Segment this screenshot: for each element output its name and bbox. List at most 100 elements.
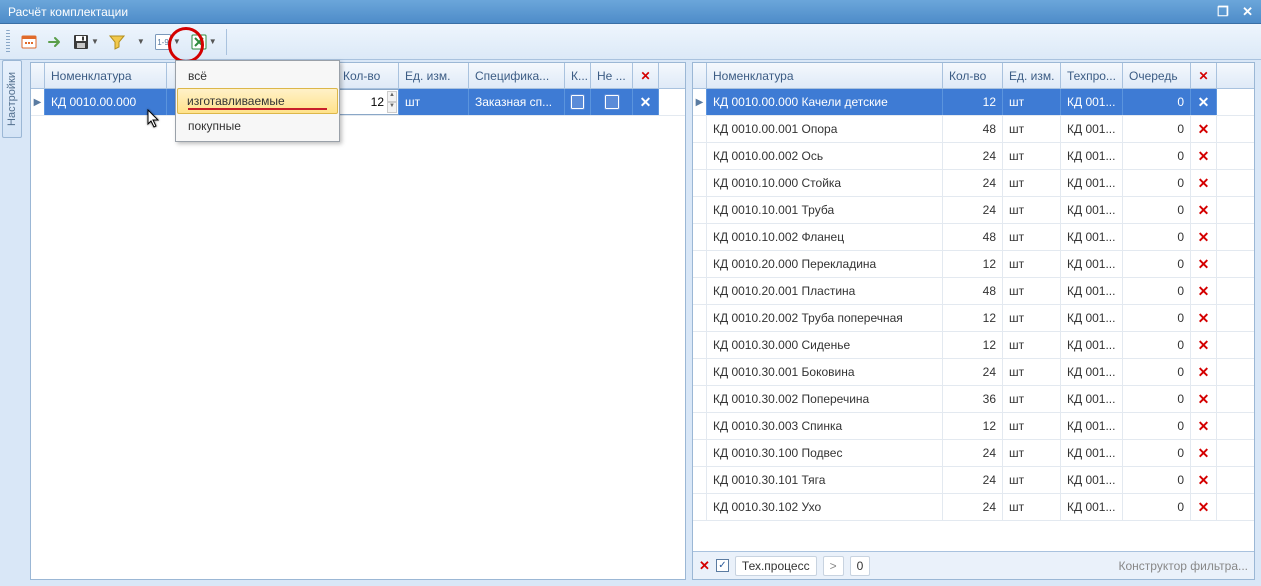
row-delete-button[interactable]: ✕ bbox=[1191, 143, 1217, 169]
row-delete-button[interactable]: ✕ bbox=[1191, 197, 1217, 223]
excel-export-button[interactable]: ▼ bbox=[187, 28, 221, 56]
calendar-button[interactable] bbox=[17, 28, 41, 56]
excel-dropdown-arrow[interactable]: ▼ bbox=[209, 37, 217, 46]
col-spec[interactable]: Специфика... bbox=[469, 63, 565, 88]
col-queue[interactable]: Очередь bbox=[1123, 63, 1191, 88]
cell-tech[interactable]: КД 001... bbox=[1061, 305, 1123, 331]
cell-queue[interactable]: 0 bbox=[1123, 359, 1191, 385]
table-row[interactable]: КД 0010.30.000 Сиденье12штКД 001...0✕ bbox=[693, 332, 1254, 359]
cell-qty[interactable]: 12 bbox=[943, 413, 1003, 439]
cell-qty[interactable]: 24 bbox=[943, 494, 1003, 520]
window-restore-button[interactable]: ❐ bbox=[1217, 4, 1229, 19]
cell-unit[interactable]: шт bbox=[1003, 494, 1061, 520]
cell-qty[interactable]: 24 bbox=[943, 440, 1003, 466]
qty-editor[interactable]: ▲▼ bbox=[337, 89, 399, 115]
cell-ne[interactable] bbox=[591, 89, 633, 115]
row-delete-button[interactable]: ✕ bbox=[1191, 89, 1217, 115]
row-delete-button[interactable]: ✕ bbox=[1191, 251, 1217, 277]
table-row[interactable]: КД 0010.30.100 Подвес24штКД 001...0✕ bbox=[693, 440, 1254, 467]
toolbar-grip[interactable] bbox=[6, 30, 10, 54]
row-delete-button[interactable]: ✕ bbox=[1191, 224, 1217, 250]
filter-operator-chip[interactable]: > bbox=[823, 556, 844, 576]
cell-unit[interactable]: шт bbox=[1003, 89, 1061, 115]
cell-qty[interactable]: 24 bbox=[943, 467, 1003, 493]
cell-nomenclature[interactable]: КД 0010.30.102 Ухо bbox=[707, 494, 943, 520]
table-row[interactable]: КД 0010.10.000 Стойка24штКД 001...0✕ bbox=[693, 170, 1254, 197]
table-row[interactable]: ▶КД 0010.00.000 Качели детские12штКД 001… bbox=[693, 89, 1254, 116]
table-row[interactable]: КД 0010.00.002 Ось24штКД 001...0✕ bbox=[693, 143, 1254, 170]
cell-unit[interactable]: шт bbox=[399, 89, 469, 115]
cell-unit[interactable]: шт bbox=[1003, 143, 1061, 169]
table-row[interactable]: КД 0010.00.001 Опора48штКД 001...0✕ bbox=[693, 116, 1254, 143]
cell-qty[interactable]: 24 bbox=[943, 359, 1003, 385]
cell-nomenclature[interactable]: КД 0010.30.002 Поперечина bbox=[707, 386, 943, 412]
col-nomenclature[interactable]: Номенклатура bbox=[45, 63, 167, 88]
row-delete-button[interactable]: ✕ bbox=[1191, 278, 1217, 304]
cell-qty[interactable]: 24 bbox=[943, 197, 1003, 223]
cell-qty[interactable]: 36 bbox=[943, 386, 1003, 412]
cell-unit[interactable]: шт bbox=[1003, 251, 1061, 277]
filter-value-chip[interactable]: 0 bbox=[850, 556, 871, 576]
row-delete-button[interactable]: ✕ bbox=[1191, 467, 1217, 493]
cell-nomenclature[interactable]: КД 0010.00.001 Опора bbox=[707, 116, 943, 142]
table-row[interactable]: ▶КД 0010.00.000▲▼штЗаказная сп...✕ bbox=[31, 89, 685, 116]
table-row[interactable]: КД 0010.30.003 Спинка12штКД 001...0✕ bbox=[693, 413, 1254, 440]
cell-tech[interactable]: КД 001... bbox=[1061, 224, 1123, 250]
cell-tech[interactable]: КД 001... bbox=[1061, 332, 1123, 358]
row-delete-button[interactable]: ✕ bbox=[1191, 494, 1217, 520]
table-row[interactable]: КД 0010.10.001 Труба24штКД 001...0✕ bbox=[693, 197, 1254, 224]
cell-queue[interactable]: 0 bbox=[1123, 197, 1191, 223]
col-k[interactable]: К... bbox=[565, 63, 591, 88]
cell-qty[interactable]: 48 bbox=[943, 224, 1003, 250]
cell-qty[interactable]: 48 bbox=[943, 116, 1003, 142]
cell-qty[interactable]: 12 bbox=[943, 332, 1003, 358]
cell-queue[interactable]: 0 bbox=[1123, 413, 1191, 439]
dropdown-item-0[interactable]: всё bbox=[178, 63, 337, 89]
filter-constructor-link[interactable]: Конструктор фильтра... bbox=[1119, 559, 1249, 573]
cell-nomenclature[interactable]: КД 0010.00.000 bbox=[45, 89, 167, 115]
row-delete-button[interactable]: ✕ bbox=[1191, 413, 1217, 439]
filter-close-button[interactable]: ✕ bbox=[699, 558, 710, 574]
table-row[interactable]: КД 0010.10.002 Фланец48штКД 001...0✕ bbox=[693, 224, 1254, 251]
cell-qty[interactable]: 12 bbox=[943, 305, 1003, 331]
cell-unit[interactable]: шт bbox=[1003, 467, 1061, 493]
group-19-button[interactable]: 1-9 ▼ bbox=[151, 28, 185, 56]
row-delete-button[interactable]: ✕ bbox=[1191, 359, 1217, 385]
cell-queue[interactable]: 0 bbox=[1123, 386, 1191, 412]
col-tech[interactable]: Техпро... bbox=[1061, 63, 1123, 88]
cell-nomenclature[interactable]: КД 0010.30.001 Боковина bbox=[707, 359, 943, 385]
col-unit[interactable]: Ед. изм. bbox=[399, 63, 469, 88]
filter-column-chip[interactable]: Тех.процесс bbox=[735, 556, 817, 576]
cell-tech[interactable]: КД 001... bbox=[1061, 386, 1123, 412]
cell-tech[interactable]: КД 001... bbox=[1061, 278, 1123, 304]
cell-unit[interactable]: шт bbox=[1003, 332, 1061, 358]
cell-queue[interactable]: 0 bbox=[1123, 467, 1191, 493]
row-delete-button[interactable]: ✕ bbox=[633, 89, 659, 115]
spin-down[interactable]: ▼ bbox=[387, 102, 397, 113]
cell-queue[interactable]: 0 bbox=[1123, 305, 1191, 331]
cell-nomenclature[interactable]: КД 0010.30.000 Сиденье bbox=[707, 332, 943, 358]
save-dropdown-arrow[interactable]: ▼ bbox=[91, 37, 99, 46]
cell-nomenclature[interactable]: КД 0010.20.000 Перекладина bbox=[707, 251, 943, 277]
col-unit[interactable]: Ед. изм. bbox=[1003, 63, 1061, 88]
cell-unit[interactable]: шт bbox=[1003, 197, 1061, 223]
cell-queue[interactable]: 0 bbox=[1123, 89, 1191, 115]
cell-tech[interactable]: КД 001... bbox=[1061, 440, 1123, 466]
cell-tech[interactable]: КД 001... bbox=[1061, 494, 1123, 520]
cell-tech[interactable]: КД 001... bbox=[1061, 197, 1123, 223]
next-button[interactable] bbox=[43, 28, 67, 56]
right-grid-body[interactable]: ▶КД 0010.00.000 Качели детские12штКД 001… bbox=[693, 89, 1254, 551]
delete-all-button[interactable]: ✕ bbox=[1191, 63, 1217, 88]
cell-queue[interactable]: 0 bbox=[1123, 278, 1191, 304]
cell-nomenclature[interactable]: КД 0010.00.000 Качели детские bbox=[707, 89, 943, 115]
cell-queue[interactable]: 0 bbox=[1123, 143, 1191, 169]
col-qty[interactable]: Кол-во bbox=[337, 63, 399, 88]
row-delete-button[interactable]: ✕ bbox=[1191, 386, 1217, 412]
cell-unit[interactable]: шт bbox=[1003, 359, 1061, 385]
cell-unit[interactable]: шт bbox=[1003, 440, 1061, 466]
filter-dropdown-button[interactable]: ▼ bbox=[131, 28, 149, 56]
cell-nomenclature[interactable]: КД 0010.10.000 Стойка bbox=[707, 170, 943, 196]
cell-nomenclature[interactable]: КД 0010.30.003 Спинка bbox=[707, 413, 943, 439]
cell-tech[interactable]: КД 001... bbox=[1061, 251, 1123, 277]
cell-k[interactable] bbox=[565, 89, 591, 115]
